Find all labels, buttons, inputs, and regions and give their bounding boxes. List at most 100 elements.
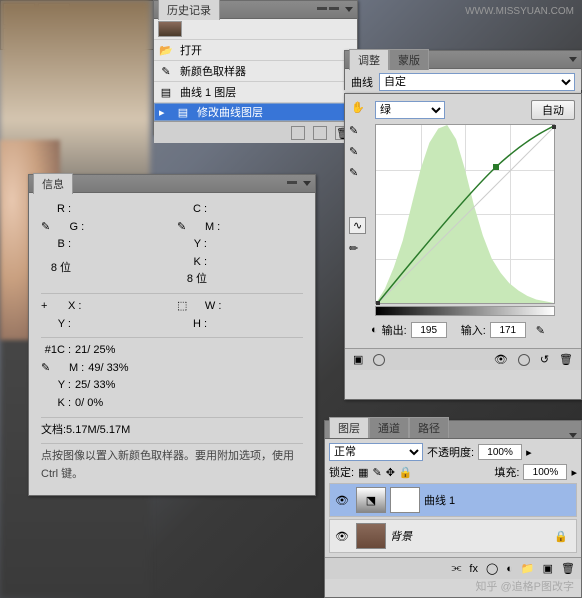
history-label: 打开 xyxy=(180,42,202,58)
sampler-readout: #1C :21/ 25% ✎M :49/ 33% Y :25/ 33% K :0… xyxy=(41,342,303,412)
rgb-readout: R : ✎G : B : 8 位 xyxy=(41,201,167,289)
watermark: 知乎 @追格P图改字 xyxy=(475,578,574,594)
preset-select[interactable]: 自定 xyxy=(379,73,575,91)
curves-panel: ✋ 绿 自动 ✎ ✎ ✎ ∿ ✏ ◐ 输出: 输入: ✎ ▣ 👁 ↺ xyxy=(344,93,582,400)
adj-icon[interactable]: ◐ xyxy=(506,563,513,575)
doc-size: 文档:5.17M/5.17M xyxy=(41,422,303,440)
history-item[interactable]: ✎ 新颜色取样器 xyxy=(154,61,357,82)
output-label: 输出: xyxy=(382,322,407,338)
cmyk-readout: C : ✎M : Y : K : 8 位 xyxy=(177,201,303,289)
fill-label: 填充: xyxy=(494,464,519,480)
lock-all-icon[interactable]: 🔒 xyxy=(399,466,413,479)
chevron-icon[interactable]: ▸ xyxy=(526,446,532,459)
group-icon[interactable]: 📁 xyxy=(521,562,535,575)
history-header[interactable]: 历史记录 xyxy=(154,1,357,19)
lock-paint-icon[interactable]: ✎ xyxy=(372,466,381,479)
pencil-mode-icon[interactable]: ✏ xyxy=(349,242,366,255)
menu-icon[interactable] xyxy=(303,181,311,186)
layer-row[interactable]: 👁 ⬔ 曲线 1 xyxy=(329,483,577,517)
xy-readout: +X : Y : xyxy=(41,298,167,333)
lock-label: 锁定: xyxy=(329,464,354,480)
menu-icon[interactable] xyxy=(345,7,353,12)
reset-prev-icon[interactable] xyxy=(518,354,530,366)
adjust-header[interactable]: 调整 蒙版 xyxy=(345,51,581,69)
opacity-input[interactable] xyxy=(478,444,522,460)
eyedropper-mid-icon[interactable]: ✎ xyxy=(349,145,366,158)
curves-chart[interactable] xyxy=(375,124,555,304)
eye-icon[interactable]: 👁 xyxy=(332,494,352,507)
output-input[interactable] xyxy=(411,322,447,338)
eyedropper-white-icon[interactable]: ✎ xyxy=(349,166,366,179)
curves-icon: ▤ xyxy=(175,104,191,120)
hand-icon[interactable]: ✋ xyxy=(351,101,369,119)
wh-readout: ⬚W : H : xyxy=(177,298,303,333)
snapshot-icon[interactable] xyxy=(291,126,305,140)
channels-tab[interactable]: 通道 xyxy=(369,417,409,438)
menu-icon[interactable] xyxy=(569,433,577,438)
link-icon[interactable]: ⫘ xyxy=(451,562,461,575)
mask-thumb[interactable] xyxy=(390,487,420,513)
eyedropper-icon[interactable]: ✎ xyxy=(536,324,545,337)
curve-mode-icon[interactable]: ∿ xyxy=(349,217,366,234)
info-panel: 信息 R : ✎G : B : 8 位 C : ✎M : Y : K : 8 位… xyxy=(28,174,316,496)
adj-thumb[interactable]: ⬔ xyxy=(356,487,386,513)
auto-button[interactable]: 自动 xyxy=(531,100,575,120)
layer-name: 背景 xyxy=(390,528,412,544)
blackwhite-icon[interactable]: ◐ xyxy=(371,324,378,336)
new-icon[interactable] xyxy=(313,126,327,140)
layers-panel: 图层 通道 路径 正常 不透明度: ▸ 锁定: ▦ ✎ ✥ 🔒 填充: ▸ 👁 … xyxy=(324,420,582,598)
input-input[interactable] xyxy=(490,322,526,338)
eye-icon[interactable]: 👁 xyxy=(494,353,508,366)
snapshot-thumb xyxy=(158,21,182,37)
chevron-icon[interactable]: ▸ xyxy=(571,466,577,479)
layers-footer: ⫘ fx ◯ ◐ 📁 ▣ 🗑 xyxy=(325,557,581,579)
info-header[interactable]: 信息 xyxy=(29,175,315,193)
clip-icon[interactable] xyxy=(373,354,385,366)
mask-tab[interactable]: 蒙版 xyxy=(389,49,429,70)
layer-vis-icon[interactable]: ▣ xyxy=(353,353,363,366)
reset-icon[interactable]: ↺ xyxy=(540,353,549,366)
new-layer-icon[interactable]: ▣ xyxy=(543,562,553,575)
gradient-horizontal xyxy=(375,306,555,316)
history-label: 曲线 1 图层 xyxy=(180,84,236,100)
history-panel: 历史记录 📂打开 ✎新颜色取样器 ▤曲线 1 图层 ▸▤修改曲线图层 🗑 xyxy=(153,0,358,135)
history-label: 修改曲线图层 xyxy=(197,104,263,120)
adjust-tab[interactable]: 调整 xyxy=(349,49,389,70)
menu-icon[interactable] xyxy=(569,57,577,62)
history-footer: 🗑 xyxy=(154,121,357,143)
layer-thumb[interactable] xyxy=(356,523,386,549)
adjust-type-label: 曲线 xyxy=(351,74,373,90)
curve-line xyxy=(376,125,556,305)
paths-tab[interactable]: 路径 xyxy=(409,417,449,438)
blend-select[interactable]: 正常 xyxy=(329,443,423,461)
adjustments-panel: 调整 蒙版 曲线 自定 xyxy=(344,50,582,90)
history-label: 新颜色取样器 xyxy=(180,63,246,79)
lock-trans-icon[interactable]: ▦ xyxy=(358,466,368,479)
fill-input[interactable] xyxy=(523,464,567,480)
history-item[interactable]: ▤ 曲线 1 图层 xyxy=(154,82,357,103)
history-item-selected[interactable]: ▸▤修改曲线图层 xyxy=(154,103,357,121)
layer-name: 曲线 1 xyxy=(424,492,455,508)
curves-footer: ▣ 👁 ↺ 🗑 xyxy=(345,348,581,370)
curves-icon: ▤ xyxy=(158,84,174,100)
layers-tab[interactable]: 图层 xyxy=(329,417,369,438)
layer-row[interactable]: 👁 背景 🔒 xyxy=(329,519,577,553)
fx-icon[interactable]: fx xyxy=(469,563,478,575)
history-item[interactable]: 📂 打开 xyxy=(154,40,357,61)
info-tab[interactable]: 信息 xyxy=(33,173,73,194)
sampler-icon: ✎ xyxy=(158,63,174,79)
trash-icon[interactable]: 🗑 xyxy=(559,353,573,366)
history-tab[interactable]: 历史记录 xyxy=(158,0,220,20)
eye-icon[interactable]: 👁 xyxy=(332,530,352,543)
mask-icon[interactable]: ◯ xyxy=(486,562,498,575)
site-watermark: WWW.MISSYUAN.COM xyxy=(465,6,574,17)
history-snapshot[interactable] xyxy=(154,19,357,40)
input-label: 输入: xyxy=(461,322,486,338)
lock-icon: 🔒 xyxy=(554,530,568,543)
trash-icon[interactable]: 🗑 xyxy=(561,562,575,575)
channel-select[interactable]: 绿 xyxy=(375,101,445,119)
open-icon: 📂 xyxy=(158,42,174,58)
lock-pos-icon[interactable]: ✥ xyxy=(386,466,395,479)
info-hint: 点按图像以置入新颜色取样器。要用附加选项，使用 Ctrl 键。 xyxy=(41,448,303,483)
eyedropper-icon[interactable]: ✎ xyxy=(349,124,366,137)
